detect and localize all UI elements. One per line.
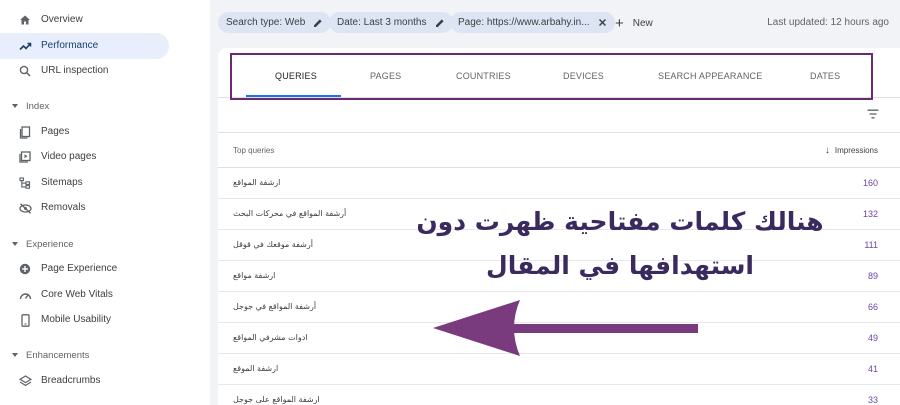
removals-icon: [18, 201, 32, 215]
sidebar: Overview Performance URL inspection Inde…: [0, 0, 210, 405]
query-cell: ارشفة المواقع على جوجل: [233, 395, 320, 404]
sidebar-item-label: Performance: [41, 40, 99, 51]
arrow-shaft: [508, 324, 698, 333]
filter-chip-page[interactable]: Page: https://www.arbahy.in...: [450, 12, 615, 33]
sidebar-item-label: Sitemaps: [41, 177, 83, 188]
query-cell: ادوات مشرفي المواقع: [233, 333, 308, 342]
trending-up-icon: [18, 39, 32, 53]
sidebar-section-title: Enhancements: [26, 349, 90, 361]
column-header-label: Impressions: [834, 146, 878, 155]
arrow-head: [433, 300, 520, 356]
sidebar-section-title: Index: [26, 100, 50, 112]
pages-icon: [18, 125, 32, 139]
sidebar-item-label: Video pages: [41, 151, 97, 162]
sidebar-item-breadcrumbs[interactable]: Breadcrumbs: [0, 368, 169, 394]
query-cell: أرشفة المواقع في جوجل: [233, 302, 317, 311]
sidebar-item-label: Core Web Vitals: [41, 289, 113, 300]
last-updated-text: Last updated: 12 hours ago: [767, 17, 889, 28]
annotation-line-2: استهدافها في المقال: [486, 251, 754, 280]
query-cell: ارشفة المواقع: [233, 178, 281, 187]
sidebar-item-video-pages[interactable]: Video pages: [0, 144, 169, 170]
sidebar-item-url-inspection[interactable]: URL inspection: [0, 58, 169, 84]
sidebar-item-label: Removals: [41, 202, 86, 213]
sitemaps-icon: [18, 176, 32, 190]
annotation-arrow: [433, 300, 698, 356]
plus-icon: +: [615, 14, 624, 32]
new-button-label: New: [632, 17, 653, 29]
edit-icon[interactable]: [313, 18, 323, 28]
chip-label: Page: https://www.arbahy.in...: [458, 17, 590, 28]
table-header: Top queries ↓ Impressions: [218, 132, 900, 168]
sort-arrow-down-icon: ↓: [824, 145, 830, 156]
caret-down-icon: [12, 104, 18, 108]
sidebar-item-pages[interactable]: Pages: [0, 119, 169, 145]
annotation-line-1: هنالك كلمات مفتاحية ظهرت دون: [416, 207, 824, 236]
impressions-cell: 49: [867, 333, 878, 343]
impressions-cell: 33: [867, 395, 878, 405]
chip-label: Date: Last 3 months: [337, 17, 427, 28]
impressions-cell: 89: [867, 271, 878, 281]
caret-down-icon: [12, 353, 18, 357]
sidebar-section-enhancements[interactable]: Enhancements: [12, 347, 89, 363]
gauge-icon: [18, 288, 32, 302]
filter-chip-search-type[interactable]: Search type: Web: [218, 12, 332, 33]
sidebar-section-title: Experience: [26, 238, 74, 250]
sidebar-item-label: Overview: [41, 14, 83, 25]
query-cell: ارشفة مواقع: [233, 271, 276, 280]
home-icon: [18, 13, 32, 27]
tabs-highlight-box: [230, 53, 873, 100]
column-header-query: Top queries: [233, 146, 275, 155]
impressions-cell: 111: [864, 240, 878, 250]
layers-icon: [18, 374, 32, 388]
impressions-cell: 132: [862, 209, 878, 219]
sidebar-item-core-web-vitals[interactable]: Core Web Vitals: [0, 282, 169, 308]
chip-label: Search type: Web: [226, 17, 306, 28]
sidebar-item-removals[interactable]: Removals: [0, 195, 169, 221]
sidebar-item-label: Mobile Usability: [41, 314, 112, 325]
video-pages-icon: [18, 150, 32, 164]
sidebar-item-label: URL inspection: [41, 65, 109, 76]
sidebar-item-performance[interactable]: Performance: [0, 33, 169, 59]
edit-icon[interactable]: [435, 18, 445, 28]
close-icon[interactable]: [598, 18, 607, 27]
impressions-cell: 41: [867, 364, 878, 374]
sidebar-section-index[interactable]: Index: [12, 98, 49, 114]
filter-bar: Search type: Web Date: Last 3 months Pag…: [210, 0, 900, 44]
sidebar-item-overview[interactable]: Overview: [0, 7, 169, 33]
query-cell: أرشفة المواقع في محركات البحث: [233, 209, 347, 218]
query-cell: أرشفة موقعك في قوقل: [233, 240, 313, 249]
impressions-cell: 66: [867, 302, 878, 312]
mobile-icon: [18, 313, 32, 327]
query-cell: ارشفة الموقع: [233, 364, 279, 373]
table-row[interactable]: ارشفة المواقع 160: [218, 168, 900, 199]
filter-rows-icon[interactable]: [867, 106, 879, 119]
sidebar-item-sitemaps[interactable]: Sitemaps: [0, 170, 169, 196]
impressions-cell: 160: [862, 178, 878, 188]
table-row[interactable]: ارشفة المواقع على جوجل 33: [218, 385, 900, 405]
column-header-impressions[interactable]: ↓ Impressions: [825, 145, 878, 156]
sidebar-item-label: Page Experience: [41, 263, 118, 274]
caret-down-icon: [12, 242, 18, 246]
filter-chip-date[interactable]: Date: Last 3 months: [329, 12, 453, 33]
new-filter-button[interactable]: + New: [615, 14, 653, 32]
sidebar-item-label: Pages: [41, 126, 70, 137]
page-experience-icon: [18, 262, 32, 276]
sidebar-section-experience[interactable]: Experience: [12, 236, 74, 252]
search-icon: [18, 64, 32, 78]
annotation-text: هنالك كلمات مفتاحية ظهرت دون استهدافها ف…: [410, 200, 830, 288]
sidebar-item-label: Breadcrumbs: [41, 375, 101, 386]
sidebar-item-mobile-usability[interactable]: Mobile Usability: [0, 307, 169, 333]
sidebar-item-page-experience[interactable]: Page Experience: [0, 256, 169, 282]
